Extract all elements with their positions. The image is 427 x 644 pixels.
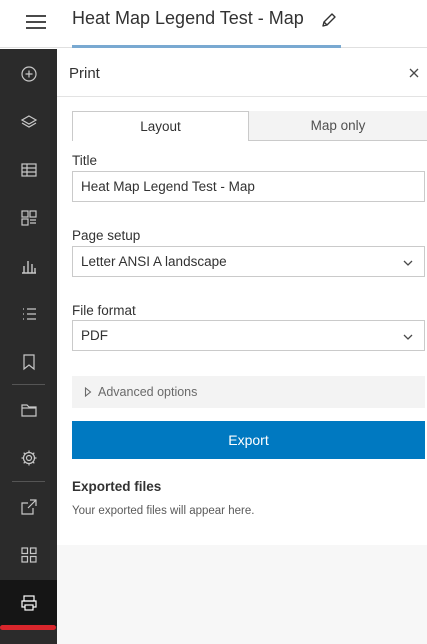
close-icon[interactable] xyxy=(407,66,421,80)
print-icon[interactable] xyxy=(0,580,57,626)
page-setup-select[interactable]: Letter ANSI A landscape xyxy=(72,246,425,277)
title-underline xyxy=(72,45,341,48)
print-mode-tabs: Layout Map only xyxy=(72,111,427,141)
list-icon[interactable] xyxy=(0,291,57,337)
exported-files-heading: Exported files xyxy=(72,479,162,494)
print-panel: Print Layout Map only Title Heat Map Leg… xyxy=(57,49,427,644)
page-setup-value: Letter ANSI A landscape xyxy=(81,254,227,269)
rail-divider xyxy=(12,481,45,482)
chevron-right-icon xyxy=(84,387,92,397)
active-tool-indicator xyxy=(0,625,56,630)
exported-files-empty-text: Your exported files will appear here. xyxy=(72,505,255,517)
advanced-options-toggle[interactable]: Advanced options xyxy=(72,376,425,408)
export-button[interactable]: Export xyxy=(72,421,425,459)
action-rail xyxy=(0,49,57,644)
map-title: Heat Map Legend Test - Map xyxy=(72,8,304,28)
page-setup-label: Page setup xyxy=(72,228,141,243)
chevron-down-icon xyxy=(403,334,413,340)
share-export-icon[interactable] xyxy=(0,484,57,530)
legend-grid-icon[interactable] xyxy=(0,195,57,241)
bookmark-icon[interactable] xyxy=(0,339,57,385)
panel-footer xyxy=(57,545,427,644)
table-icon[interactable] xyxy=(0,147,57,193)
file-format-value: PDF xyxy=(81,328,108,343)
title-input[interactable]: Heat Map Legend Test - Map xyxy=(72,171,425,202)
add-circle-icon[interactable] xyxy=(0,51,57,97)
tab-layout[interactable]: Layout xyxy=(72,111,249,141)
apps-grid-icon[interactable] xyxy=(0,532,57,578)
panel-title: Print xyxy=(69,65,100,82)
chevron-down-icon xyxy=(403,260,413,266)
settings-gear-icon[interactable] xyxy=(0,435,57,481)
advanced-options-label: Advanced options xyxy=(98,385,198,399)
layers-icon[interactable] xyxy=(0,99,57,145)
pencil-icon[interactable] xyxy=(320,11,338,29)
file-format-select[interactable]: PDF xyxy=(72,320,425,351)
title-field-label: Title xyxy=(72,153,98,168)
tab-map-only[interactable]: Map only xyxy=(249,111,427,141)
file-format-label: File format xyxy=(72,303,136,318)
rail-divider xyxy=(12,384,45,385)
panel-header: Print xyxy=(57,49,427,97)
bar-chart-icon[interactable] xyxy=(0,243,57,289)
hamburger-menu-icon[interactable] xyxy=(24,10,48,34)
app-header: Heat Map Legend Test - Map xyxy=(0,0,427,48)
folder-icon[interactable] xyxy=(0,387,57,433)
